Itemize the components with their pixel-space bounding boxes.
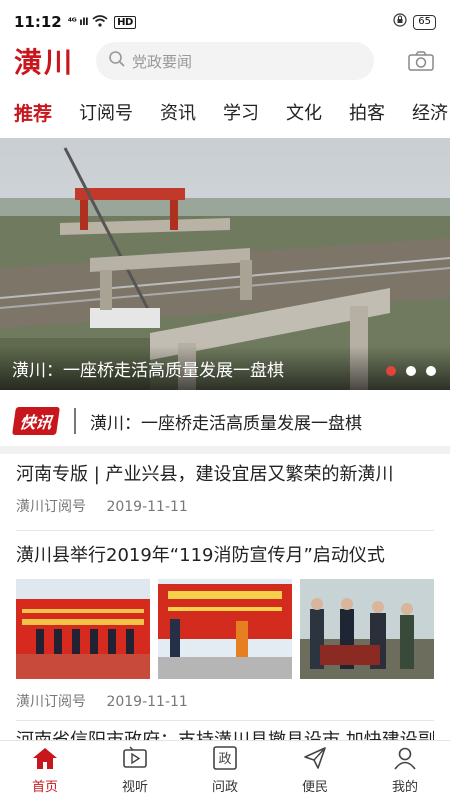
user-icon <box>391 746 419 776</box>
wifi-icon <box>92 13 108 31</box>
nav-services[interactable]: 便民 <box>270 741 360 800</box>
flash-badge: 快讯 <box>12 407 60 435</box>
nav-politics[interactable]: 政 问政 <box>180 741 270 800</box>
article-meta: 潢川订阅号 2019-11-11 <box>16 691 434 711</box>
search-placeholder: 党政要闻 <box>132 52 193 71</box>
article-source: 潢川订阅号 <box>16 499 86 515</box>
nav-profile[interactable]: 我的 <box>360 741 450 800</box>
tab-economy[interactable]: 经济 <box>412 99 448 125</box>
list-divider <box>16 720 434 721</box>
article-date: 2019-11-11 <box>106 499 188 515</box>
article-thumbnail <box>300 579 434 679</box>
app-header: 潢川 党政要闻 <box>0 36 450 86</box>
tab-news[interactable]: 资讯 <box>160 99 196 125</box>
send-icon <box>301 746 329 776</box>
tab-photographers[interactable]: 拍客 <box>349 99 385 125</box>
nav-label: 视听 <box>121 780 148 795</box>
hd-icon: HD <box>114 15 136 29</box>
tab-culture[interactable]: 文化 <box>286 99 322 125</box>
zheng-icon: 政 <box>211 746 239 776</box>
flash-divider <box>74 408 77 434</box>
carousel-dot[interactable] <box>426 366 436 376</box>
tab-recommend[interactable]: 推荐 <box>14 99 52 126</box>
article-thumbnail <box>16 579 150 679</box>
tab-study[interactable]: 学习 <box>223 99 259 125</box>
search-icon <box>108 50 132 72</box>
nav-label: 首页 <box>31 780 58 795</box>
lock-icon <box>393 13 407 31</box>
article-title: 潢川县举行2019年“119消防宣传月”启动仪式 <box>16 545 385 566</box>
nav-av[interactable]: 视听 <box>90 741 180 800</box>
svg-text:政: 政 <box>218 752 231 767</box>
home-icon <box>31 746 59 776</box>
article-thumbnails <box>16 579 434 679</box>
carousel-dot[interactable] <box>386 366 396 376</box>
tab-subscriptions[interactable]: 订阅号 <box>79 99 133 125</box>
article-thumbnail <box>158 579 292 679</box>
article-source: 潢川订阅号 <box>16 694 86 710</box>
category-tabs: 推荐 订阅号 资讯 学习 文化 拍客 经济 <box>0 88 450 136</box>
carousel-dots <box>386 366 436 376</box>
list-divider <box>16 530 434 531</box>
article-item[interactable]: 潢川县举行2019年“119消防宣传月”启动仪式 潢川订阅号 2019-11-1… <box>0 543 450 711</box>
carousel-dot[interactable] <box>406 366 416 376</box>
article-title: 河南专版 | 产业兴县，建设宜居又繁荣的新潢川 <box>16 464 394 485</box>
article-item[interactable]: 河南专版 | 产业兴县，建设宜居又繁荣的新潢川 潢川订阅号 2019-11-11 <box>0 462 450 516</box>
status-time: 11:12 <box>14 13 62 31</box>
nav-label: 我的 <box>391 780 418 795</box>
article-meta: 潢川订阅号 2019-11-11 <box>16 496 434 516</box>
tv-icon <box>121 746 149 776</box>
nav-label: 问政 <box>211 780 238 795</box>
battery-indicator: 65 <box>413 14 436 30</box>
flash-text: 潢川：一座桥走活高质量发展一盘棋 <box>90 413 363 434</box>
nav-label: 便民 <box>301 780 328 795</box>
banner-caption: 潢川：一座桥走活高质量发展一盘棋 <box>0 346 450 390</box>
bottom-navigation: 首页 视听 政 问政 便民 我的 <box>0 740 450 800</box>
nav-home[interactable]: 首页 <box>0 741 90 800</box>
camera-icon[interactable] <box>406 48 436 74</box>
flash-news-bar[interactable]: 快讯 潢川：一座桥走活高质量发展一盘棋 <box>0 396 450 446</box>
banner-carousel[interactable]: 潢川：一座桥走活高质量发展一盘棋 <box>0 138 450 390</box>
section-divider <box>0 446 450 454</box>
signal-icon: ⁴ᴳ ıll <box>67 16 89 28</box>
article-date: 2019-11-11 <box>106 694 188 710</box>
search-bar[interactable]: 党政要闻 <box>96 42 374 80</box>
app-logo: 潢川 <box>14 46 75 79</box>
